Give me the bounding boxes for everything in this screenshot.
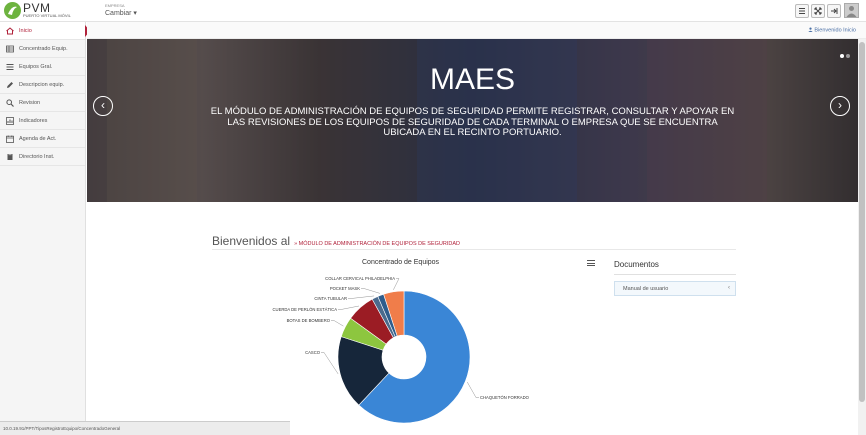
chevron-left-icon: ‹ xyxy=(728,285,730,291)
book-icon xyxy=(7,154,13,160)
table-icon xyxy=(6,45,14,53)
list-icon xyxy=(6,63,14,71)
slice-leader-line xyxy=(321,352,339,375)
sidebar-item-equipos[interactable]: Equipos Gral. xyxy=(0,58,85,76)
slice-label: COLLAR CERVICAL PHILADELPHIA xyxy=(325,276,395,281)
pencil-icon xyxy=(7,82,13,88)
top-bar: PVM PUERTO VIRTUAL MÓVIL EMPRESA Cambiar… xyxy=(0,0,866,22)
sidebar-item-label: Directorio Inst. xyxy=(19,154,55,160)
slice-label: CHAQUETÓN FORRADO xyxy=(480,395,530,400)
welcome-title: Bienvenidos al xyxy=(212,234,291,248)
logo-subtitle: PUERTO VIRTUAL MÓVIL xyxy=(23,13,71,18)
sidebar-item-inicio[interactable]: Inicio xyxy=(0,22,85,40)
breadcrumb-bar: Bienvenido Inicio xyxy=(87,22,866,39)
sidebar-item-label: Indicadores xyxy=(19,118,48,124)
menu-icon xyxy=(587,260,595,262)
menu-icon xyxy=(587,265,595,267)
slice-label: POCKET MASK xyxy=(330,286,360,291)
scrollbar-thumb[interactable] xyxy=(859,42,865,402)
bienvenido-link[interactable]: Bienvenido Inicio xyxy=(808,27,856,34)
document-label: Manual de usuario xyxy=(623,286,669,292)
app-logo[interactable]: PVM PUERTO VIRTUAL MÓVIL xyxy=(4,1,80,20)
chevron-left-icon: ‹ xyxy=(101,98,105,112)
sidebar-item-directorio[interactable]: Directorio Inst. xyxy=(0,148,85,166)
sidebar-item-label: Inicio xyxy=(19,28,32,34)
welcome-module: » MÓDULO DE ADMINISTRACIÓN DE EQUIPOS DE… xyxy=(294,241,461,247)
sidebar-item-agenda[interactable]: Agenda de Act. xyxy=(0,130,85,148)
home-icon xyxy=(6,27,14,35)
chevron-right-icon: › xyxy=(838,98,842,112)
sidebar-item-label: Equipos Gral. xyxy=(19,64,53,70)
divider xyxy=(212,249,736,250)
chart-icon xyxy=(6,117,14,125)
slide-title: MAES xyxy=(429,63,516,96)
slice-leader-line xyxy=(361,288,381,294)
logout-button[interactable] xyxy=(827,4,841,18)
slice-leader-line xyxy=(348,295,375,299)
slice-leader-line xyxy=(331,320,344,327)
document-item-manual[interactable]: Manual de usuario ‹ xyxy=(614,281,736,296)
user-icon xyxy=(846,6,857,17)
sidebar-item-label: Agenda de Act. xyxy=(19,136,57,142)
divider xyxy=(614,274,736,275)
carousel-prev-button[interactable]: ‹ xyxy=(93,96,113,116)
slice-leader-line xyxy=(467,381,479,398)
user-icon xyxy=(808,27,813,32)
chart-title: Concentrado de Equipos xyxy=(362,259,440,266)
slice-label: CUERDA DE PERLÓN ESTÁTICA xyxy=(273,307,338,312)
sidebar-item-concentrado[interactable]: Concentrado Equip. xyxy=(0,40,85,58)
sidebar-item-label: Concentrado Equip. xyxy=(19,46,68,52)
sidebar: Inicio Concentrado Equip. Equipos Gral. … xyxy=(0,22,86,435)
menu-icon xyxy=(799,8,805,14)
page-scrollbar[interactable] xyxy=(858,39,866,435)
carousel-dot[interactable] xyxy=(846,54,850,58)
browser-status-bar: 10.0.19.91/PPT/TiposRegistroEquipo/Conce… xyxy=(0,421,290,435)
user-avatar[interactable] xyxy=(844,3,859,18)
logo-emblem-icon xyxy=(4,2,21,19)
slice-label: CINTA TUBULAR xyxy=(314,296,347,301)
logout-icon xyxy=(831,8,838,14)
chart-menu-button[interactable] xyxy=(586,259,596,267)
carousel-indicators[interactable] xyxy=(838,45,850,63)
sidebar-item-label: Descripcion equip. xyxy=(19,82,65,88)
pie-chart: CHAQUETÓN FORRADO CASCO BOTAS DE BOMBERO CU… xyxy=(273,276,530,424)
fullscreen-button[interactable] xyxy=(811,4,825,18)
expand-icon xyxy=(814,7,822,15)
carousel-dot[interactable] xyxy=(840,54,844,58)
slice-label: CASCO xyxy=(305,350,321,355)
slice-leader-line xyxy=(338,305,360,310)
hero-carousel: MAES EL MÓDULO DE ADMINISTRACIÓN DE EQUI… xyxy=(87,39,858,202)
slide-description: EL MÓDULO DE ADMINISTRACIÓN DE EQUIPOS D… xyxy=(210,106,735,138)
documents-title: Documentos xyxy=(614,260,659,269)
menu-button[interactable] xyxy=(795,4,809,18)
carousel-next-button[interactable]: › xyxy=(830,96,850,116)
sidebar-item-label: Revision xyxy=(19,100,41,106)
sidebar-item-revision[interactable]: Revision xyxy=(0,94,85,112)
menu-icon xyxy=(587,262,595,264)
welcome-heading: Bienvenidos al» MÓDULO DE ADMINISTRACIÓN… xyxy=(212,232,460,250)
empresa-dropdown[interactable]: Cambiar ▾ xyxy=(105,9,137,17)
slice-label: BOTAS DE BOMBERO xyxy=(287,318,331,323)
calendar-icon xyxy=(6,135,14,143)
empresa-label: EMPRESA xyxy=(105,3,125,8)
sidebar-item-descripcion[interactable]: Descripcion equip. xyxy=(0,76,85,94)
bienvenido-text: Bienvenido Inicio xyxy=(814,27,856,34)
sidebar-item-indicadores[interactable]: Indicadores xyxy=(0,112,85,130)
search-icon xyxy=(6,99,14,107)
